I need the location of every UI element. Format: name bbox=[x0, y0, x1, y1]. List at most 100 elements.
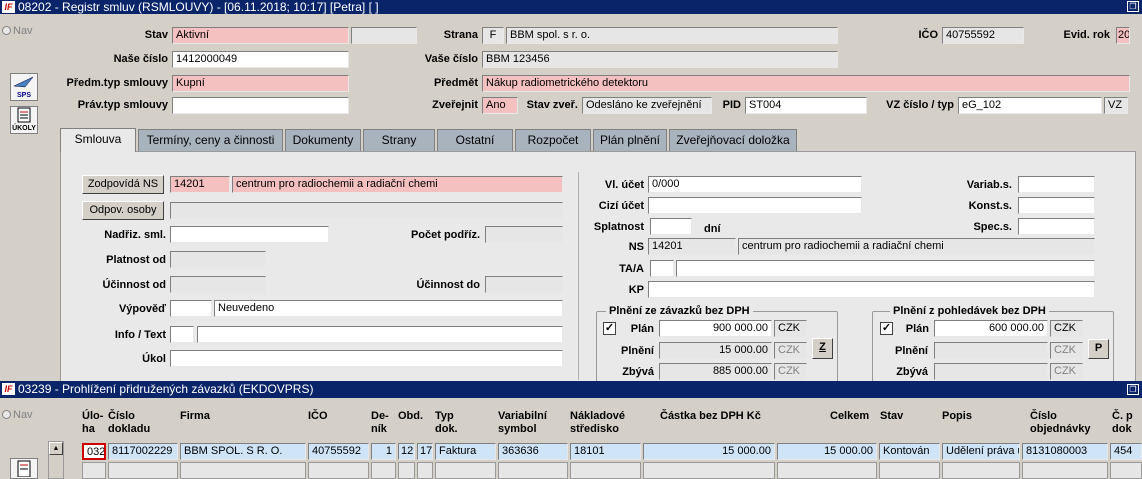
col-header-variabilni-symbol: Variabilní symbol bbox=[498, 410, 547, 435]
strana-code-field: F bbox=[482, 27, 504, 44]
cell-c-p-dok[interactable]: 454 bbox=[1110, 443, 1142, 460]
vypoved-code-field[interactable] bbox=[170, 300, 212, 317]
stav-field[interactable]: Aktivní bbox=[172, 27, 349, 44]
app-logo-icon: IF bbox=[2, 1, 15, 13]
evid-rok-field[interactable]: 2018 bbox=[1116, 27, 1130, 44]
nav-label: Nav bbox=[13, 409, 33, 421]
splatnost-field[interactable] bbox=[650, 218, 692, 235]
cell-obd-2[interactable]: 17 bbox=[417, 443, 433, 460]
tab-plan-plneni[interactable]: Plán plnění bbox=[593, 129, 667, 151]
cell-cislo-dokladu[interactable]: 8117002229 bbox=[108, 443, 178, 460]
cell-popis[interactable]: Udělení práva u bbox=[942, 443, 1020, 460]
predm-typ-field[interactable]: Kupní bbox=[172, 75, 349, 92]
zavazky-plan-field[interactable]: 900 000.00 bbox=[659, 320, 772, 337]
sps-toolbar-button[interactable]: SPS bbox=[10, 73, 38, 101]
ucinnost-od-label: Účinnost od bbox=[102, 279, 166, 291]
pohledavky-group-title: Plnění z pohledávek bez DPH bbox=[890, 305, 1049, 317]
vz-typ-field: VZ bbox=[1104, 97, 1128, 114]
cell-variabilni-symbol[interactable]: 363636 bbox=[498, 443, 568, 460]
tab-rozpocet[interactable]: Rozpočet bbox=[515, 129, 591, 151]
vl-ucet-field[interactable]: 0/000 bbox=[648, 176, 862, 193]
predm-typ-label: Předm.typ smlouvy bbox=[66, 77, 168, 89]
info-code-field[interactable] bbox=[170, 326, 194, 343]
ns-name-field: centrum pro radiochemii a radiační chemi bbox=[738, 238, 1095, 255]
vz-cislo-field[interactable]: eG_102 bbox=[958, 97, 1102, 114]
predmet-field[interactable]: Nákup radiometrického detektoru bbox=[482, 75, 1130, 92]
pohledavky-zbyva-field bbox=[934, 363, 1048, 380]
vypoved-field[interactable]: Neuvedeno bbox=[214, 300, 563, 317]
zodpovida-ns-code-field[interactable]: 14201 bbox=[170, 176, 230, 193]
cell-denik[interactable]: 1 bbox=[371, 443, 396, 460]
nadriz-sml-field[interactable] bbox=[170, 226, 329, 243]
prav-typ-field[interactable] bbox=[172, 97, 349, 114]
toolbar-button-2[interactable] bbox=[10, 458, 38, 479]
col-header-cislo-dokladu: Číslo dokladu bbox=[108, 410, 151, 435]
zodpovida-ns-button[interactable]: Zodpovídá NS bbox=[82, 175, 164, 194]
zavazky-z-button[interactable]: Z bbox=[812, 338, 833, 359]
tab-dokumenty[interactable]: Dokumenty bbox=[285, 129, 361, 151]
pid-field[interactable]: ST004 bbox=[745, 97, 867, 114]
pohledavky-zbyva-currency: CZK bbox=[1050, 363, 1083, 380]
zverejnit-field[interactable]: Ano bbox=[482, 97, 518, 114]
restore-icon[interactable]: ❐ bbox=[1127, 384, 1139, 395]
cell-typ-dok[interactable]: Faktura bbox=[435, 443, 496, 460]
dni-label: dní bbox=[704, 223, 721, 235]
zavazky-plneni-currency: CZK bbox=[774, 342, 807, 359]
taa-code-field[interactable] bbox=[650, 260, 674, 277]
odpov-osoby-button[interactable]: Odpov. osoby bbox=[82, 201, 164, 220]
cell-nakladove-stredisko[interactable]: 18101 bbox=[570, 443, 641, 460]
cell-cislo-objednavky[interactable]: 8131080003 bbox=[1022, 443, 1108, 460]
nadriz-sml-label: Nadřiz. sml. bbox=[104, 229, 166, 241]
zavazky-plan-checkbox[interactable]: ✓ bbox=[603, 322, 616, 335]
col-header-denik: De-ník bbox=[371, 410, 389, 435]
ukol-field[interactable] bbox=[170, 350, 563, 367]
konst-label: Konst.s. bbox=[968, 200, 1012, 212]
cell-stav[interactable]: Kontován bbox=[879, 443, 940, 460]
tab-strany[interactable]: Strany bbox=[363, 129, 435, 151]
table-scrollbar[interactable]: ▲ bbox=[48, 441, 64, 479]
zavazky-group-title: Plnění ze závazků bez DPH bbox=[606, 305, 753, 317]
kp-field[interactable] bbox=[648, 281, 1095, 298]
variab-field[interactable] bbox=[1018, 176, 1095, 193]
cizi-ucet-field[interactable] bbox=[648, 197, 862, 214]
col-header-castka: Částka bez DPH Kč bbox=[660, 410, 761, 422]
ucinnost-do-field bbox=[485, 276, 563, 293]
spec-field[interactable] bbox=[1018, 218, 1095, 235]
tab-smlouva[interactable]: Smlouva bbox=[60, 128, 136, 152]
pohledavky-plan-checkbox[interactable]: ✓ bbox=[880, 322, 893, 335]
zavazky-plneni-field: 15 000.00 bbox=[659, 342, 772, 359]
cell-celkem[interactable]: 15 000.00 bbox=[777, 443, 877, 460]
tab-zverejnovaci-dolozka[interactable]: Zveřejňovací doložka bbox=[669, 129, 797, 151]
nav-radio[interactable]: Nav bbox=[2, 25, 33, 37]
stav-zver-field: Odesláno ke zveřejnění bbox=[582, 97, 712, 114]
spec-label: Spec.s. bbox=[973, 221, 1012, 233]
tab-terminy[interactable]: Termíny, ceny a činnosti bbox=[138, 129, 283, 151]
col-header-uloha: Úlo-ha bbox=[82, 410, 104, 435]
nase-cislo-field[interactable]: 1412000049 bbox=[172, 51, 349, 68]
konst-field[interactable] bbox=[1018, 197, 1095, 214]
info-text-field[interactable] bbox=[197, 326, 563, 343]
zavazky-plan-currency: CZK bbox=[774, 320, 807, 337]
col-header-celkem: Celkem bbox=[830, 410, 870, 422]
ico-field: 40755592 bbox=[942, 27, 1024, 44]
vl-ucet-label: Vl. účet bbox=[604, 179, 644, 191]
restore-icon[interactable]: ❐ bbox=[1127, 1, 1139, 12]
zverejnit-label: Zveřejnit bbox=[432, 99, 478, 111]
cell-ico[interactable]: 40755592 bbox=[308, 443, 369, 460]
sps-label: SPS bbox=[16, 92, 31, 99]
vypoved-label: Výpověď bbox=[118, 303, 166, 315]
ukoly-toolbar-button[interactable]: ÚKOLY bbox=[10, 106, 38, 134]
pohledavky-p-button[interactable]: P bbox=[1088, 339, 1109, 359]
cell-obd-1[interactable]: 12 bbox=[398, 443, 415, 460]
scroll-up-icon[interactable]: ▲ bbox=[49, 442, 63, 455]
cell-castka[interactable]: 15 000.00 bbox=[643, 443, 775, 460]
taa-field[interactable] bbox=[676, 260, 1095, 277]
stav-zver-label: Stav zveř. bbox=[526, 99, 578, 111]
pohledavky-plan-field[interactable]: 600 000.00 bbox=[934, 320, 1048, 337]
nav-radio-2[interactable]: Nav bbox=[2, 409, 33, 421]
zavazky-plneni-label: Plnění bbox=[620, 345, 654, 357]
taa-label: TA/A bbox=[619, 263, 644, 275]
cell-firma[interactable]: BBM SPOL. S R. O. bbox=[180, 443, 306, 460]
tab-ostatni[interactable]: Ostatní bbox=[437, 129, 513, 151]
cell-uloha[interactable]: 032 bbox=[82, 443, 106, 460]
